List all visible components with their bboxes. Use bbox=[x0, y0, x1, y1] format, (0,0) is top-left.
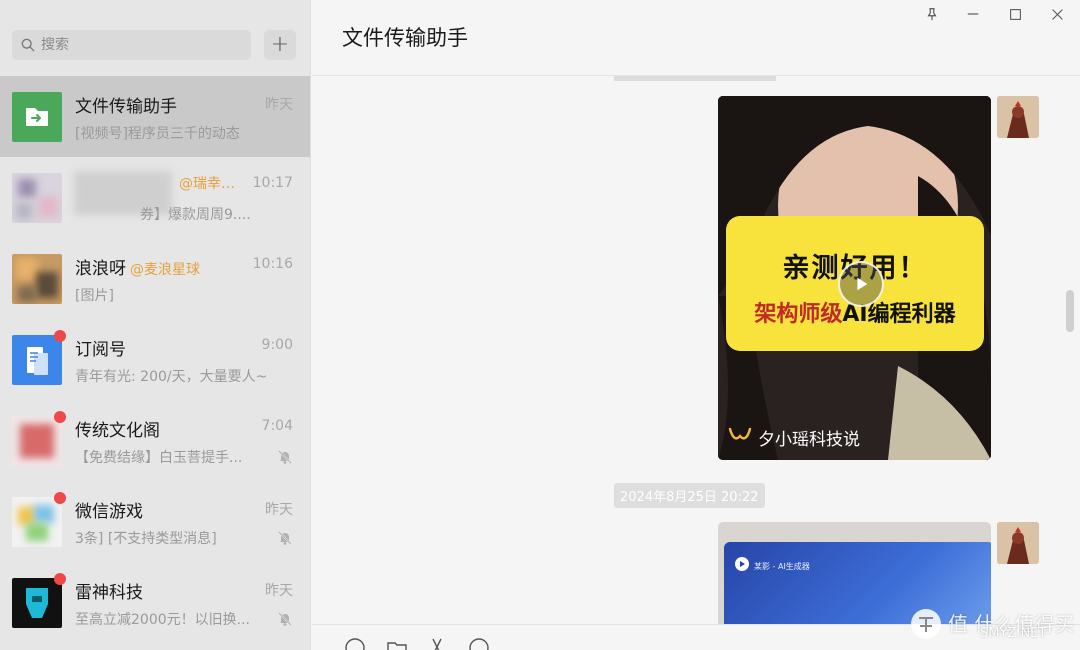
minimize-button[interactable] bbox=[963, 4, 983, 24]
play-button[interactable] bbox=[838, 261, 884, 307]
pin-icon bbox=[927, 8, 937, 21]
chat-name: 浪浪呀 @麦浪星球 bbox=[75, 254, 200, 279]
close-button[interactable] bbox=[1047, 4, 1067, 24]
watermark-sub: SMYZ.NET bbox=[980, 626, 1047, 641]
unread-badge bbox=[54, 411, 66, 423]
channels-icon bbox=[728, 427, 752, 440]
video-caption-box: 亲测好用！ 架构师级AI编程利器 bbox=[726, 216, 984, 351]
timestamp-divider bbox=[614, 76, 776, 81]
maximize-icon bbox=[1009, 8, 1021, 20]
chat-bubble-icon[interactable] bbox=[468, 637, 490, 650]
game-icon bbox=[12, 492, 66, 547]
pin-button[interactable] bbox=[922, 4, 942, 24]
chat-time: 昨天 bbox=[265, 583, 293, 599]
video-message[interactable]: 亲测好用！ 架构师级AI编程利器 夕小瑶科技说 bbox=[718, 96, 991, 460]
channel-name: 夕小瑶科技说 bbox=[758, 430, 860, 450]
search-icon bbox=[21, 38, 35, 52]
caption-highlight: 架构师级 bbox=[754, 302, 843, 327]
chat-item-group-1[interactable]: @瑞幸… 10:17 券】爆款周周9.... bbox=[0, 157, 310, 238]
blurred-group-avatar bbox=[12, 173, 62, 223]
chat-name: 微信游戏 bbox=[75, 502, 143, 522]
chat-time: 9:00 bbox=[261, 337, 293, 353]
file-transfer-icon bbox=[12, 92, 62, 142]
chat-name-text: 浪浪呀 bbox=[75, 259, 126, 279]
chat-item-file-transfer[interactable]: 文件传输助手 昨天 [视频号]程序员三千的动态 bbox=[0, 76, 310, 157]
timestamp: 2024年8月25日 20:22 bbox=[614, 483, 765, 508]
unread-badge bbox=[54, 330, 66, 342]
search-bar[interactable] bbox=[12, 30, 251, 60]
chat-name: 订阅号 bbox=[75, 340, 126, 360]
watermark-logo-icon bbox=[911, 609, 941, 639]
chat-mention: @瑞幸… bbox=[179, 176, 235, 192]
close-icon bbox=[1051, 8, 1063, 20]
chat-time: 昨天 bbox=[265, 502, 293, 518]
chat-time: 昨天 bbox=[265, 97, 293, 113]
chat-item-group-2[interactable]: 浪浪呀 @麦浪星球 10:16 [图片] bbox=[0, 238, 310, 319]
watermark: 值 什么值得买 SMYZ.NET bbox=[908, 604, 1078, 650]
scissors-icon[interactable] bbox=[426, 637, 448, 650]
unread-badge bbox=[54, 492, 66, 504]
chat-preview: 3条] [不支持类型消息] bbox=[75, 531, 217, 547]
chat-time: 10:17 bbox=[252, 175, 293, 191]
chat-preview: [图片] bbox=[75, 288, 114, 304]
avatar[interactable] bbox=[997, 522, 1039, 564]
thunder-robot-icon bbox=[12, 573, 66, 628]
chat-preview: [视频号]程序员三千的动态 bbox=[75, 126, 240, 142]
chat-name: 文件传输助手 bbox=[75, 97, 177, 117]
emoji-icon[interactable] bbox=[344, 637, 366, 650]
chat-time: 7:04 bbox=[261, 418, 293, 434]
mute-icon bbox=[278, 531, 292, 545]
chat-preview: 券】爆款周周9.... bbox=[140, 207, 251, 223]
mute-icon bbox=[278, 450, 292, 464]
chat-window: 文件传输助手 亲测好用！ 架构师级AI编程利器 夕小瑶科技说 2024年8月25… bbox=[312, 0, 1080, 650]
unread-badge bbox=[54, 573, 66, 585]
chat-mention: @麦浪星球 bbox=[130, 262, 200, 278]
chat-name: 雷神科技 bbox=[75, 583, 143, 603]
chat-name: @瑞幸… bbox=[175, 173, 235, 193]
app-logo-icon bbox=[735, 557, 749, 571]
play-icon bbox=[857, 277, 868, 291]
chat-preview: 至高立减2000元！以旧换... bbox=[75, 612, 250, 628]
chat-item-subscription[interactable]: 订阅号 9:00 青年有光: 200/天，大量要人~ bbox=[0, 319, 310, 400]
chat-item-culture[interactable]: 传统文化阁 7:04 【免费结缘】白玉菩提手... bbox=[0, 400, 310, 481]
chat-header: 文件传输助手 bbox=[312, 0, 1080, 76]
add-button[interactable]: + bbox=[264, 30, 296, 60]
scrollbar-thumb[interactable] bbox=[1066, 290, 1074, 332]
sidebar: + 文件传输助手 昨天 [视频号]程序员三千的动态 @瑞幸… 10:17 bbox=[0, 0, 311, 650]
search-input[interactable] bbox=[41, 37, 241, 53]
maximize-button[interactable] bbox=[1005, 4, 1025, 24]
chat-preview: 青年有光: 200/天，大量要人~ bbox=[75, 369, 268, 385]
folder-icon[interactable] bbox=[386, 637, 408, 650]
chat-item-wechat-games[interactable]: 微信游戏 昨天 3条] [不支持类型消息] bbox=[0, 481, 310, 562]
minimize-icon bbox=[967, 13, 979, 15]
avatar[interactable] bbox=[997, 96, 1039, 138]
subscription-icon bbox=[12, 330, 66, 385]
mute-icon bbox=[278, 612, 292, 626]
chat-title: 文件传输助手 bbox=[342, 26, 468, 50]
chat-time: 10:16 bbox=[252, 256, 293, 272]
chat-preview: 【免费结缘】白玉菩提手... bbox=[75, 450, 243, 466]
blurred-group-avatar bbox=[12, 254, 62, 304]
chat-item-thunderobot[interactable]: 雷神科技 昨天 至高立减2000元！以旧换... bbox=[0, 562, 310, 643]
chat-name: 传统文化阁 bbox=[75, 421, 160, 441]
blurred-red-avatar bbox=[12, 411, 66, 466]
chat-list: 文件传输助手 昨天 [视频号]程序员三千的动态 @瑞幸… 10:17 券】爆款周… bbox=[0, 76, 310, 643]
screen-app-label: 某影 - AI生成器 bbox=[754, 562, 810, 571]
